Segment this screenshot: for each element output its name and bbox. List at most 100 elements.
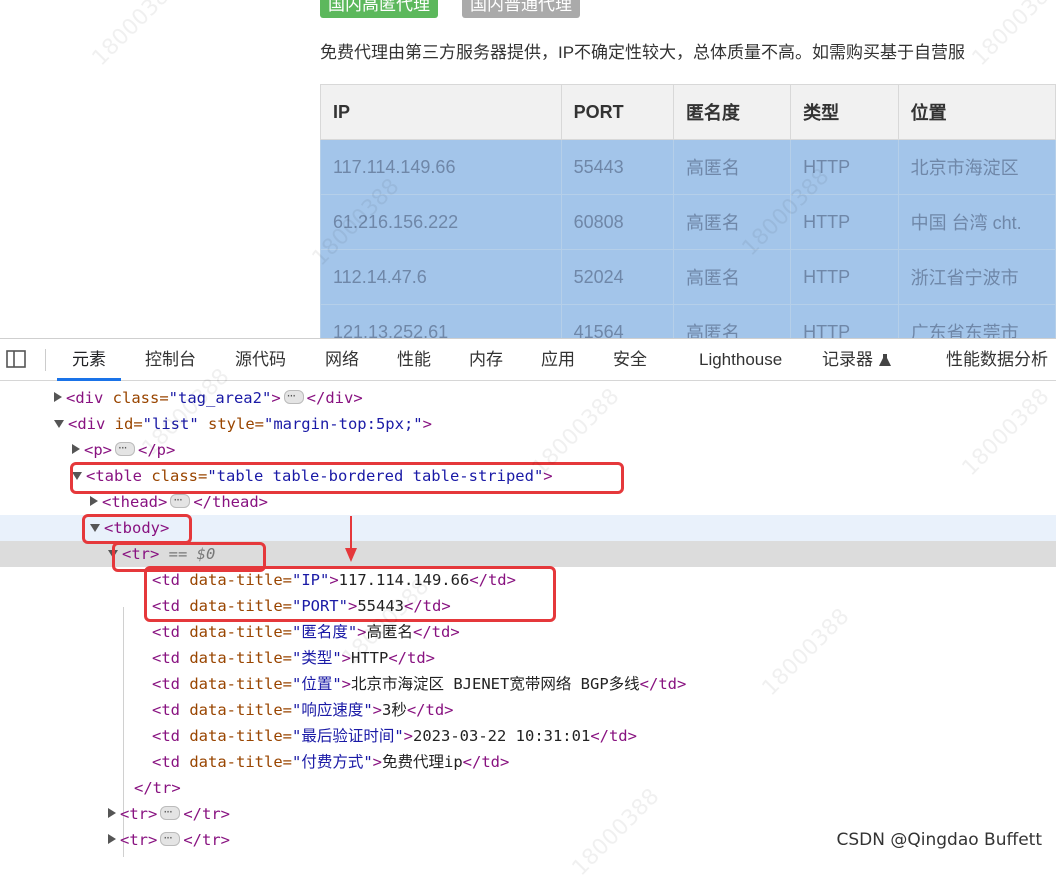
dom-node-line[interactable]: <tr> </tr> [0,799,1056,827]
expand-triangle-icon[interactable] [72,444,80,454]
attr-value: "list" [142,415,199,433]
tag-open: <div [68,415,106,433]
tag-open-end: > [403,727,413,745]
ellipsis-expand-icon[interactable] [283,383,304,409]
tag-open: <div [66,389,104,407]
cell-ip: 117.114.149.66 [320,139,562,195]
dom-node-line[interactable]: <td data-title="付费方式">免费代理ip</td> [0,749,1056,775]
attr-value: "PORT" [291,597,348,615]
dom-node-line[interactable]: <div id="list" style="margin-top:5px;"> [0,411,1056,437]
dom-node-line[interactable]: <td data-title="响应速度">3秒</td> [0,697,1056,723]
dom-node-line[interactable]: </tr> [0,775,1056,801]
free-proxy-notice: 免费代理由第三方服务器提供，IP不确定性较大，总体质量不高。如需购买基于自营服 [320,43,966,62]
ellipsis-expand-icon[interactable] [170,487,191,513]
attr-value: "匿名度" [291,623,358,641]
dom-node-line[interactable]: <table class="table table-bordered table… [0,463,1056,489]
tab-performance-insights[interactable]: 性能数据分析 [946,339,1048,380]
experiment-flask-icon [879,354,891,366]
collapse-triangle-icon[interactable] [108,550,118,558]
expand-triangle-icon[interactable] [54,392,62,402]
tag-close: </td> [388,649,435,667]
tag-open-end: > [347,597,358,615]
tab-recorder-label: 记录器 [822,350,873,369]
attr-name: data-title= [180,597,292,615]
ellipsis-expand-icon[interactable] [160,825,181,851]
cell-type: HTTP [790,304,899,338]
table-row: 121.13.252.61 41564 高匿名 HTTP 广东省东莞市 [320,304,1056,338]
dom-node-line[interactable]: <div class="tag_area2"> </div> [0,383,1056,411]
attr-value: "margin-top:5px;" [263,415,423,433]
dom-node-line[interactable]: <thead> </thead> [0,487,1056,515]
tag-close: </div> [306,389,363,407]
ellipsis-expand-icon[interactable] [115,435,136,461]
dom-node-line[interactable]: <tbody> [0,515,1056,541]
tag-open: <td [152,571,180,589]
expand-triangle-icon[interactable] [90,496,98,506]
dock-side-icon[interactable] [6,350,26,368]
tag-open: <td [152,649,180,667]
proxy-table-body: 117.114.149.66 55443 高匿名 HTTP 北京市海淀区 61.216.1… [320,139,1056,338]
collapse-triangle-icon[interactable] [90,524,100,532]
tab-recorder[interactable]: 记录器 [822,339,891,380]
tag-open: <table [86,467,142,485]
expand-triangle-icon[interactable] [108,834,116,844]
tab-security[interactable]: 安全 [613,339,647,380]
table-header-row: IP PORT 匿名度 类型 位置 [320,84,1056,140]
tag-open-end: > [160,519,170,537]
tag-open-end: > [102,441,113,459]
dom-node-line[interactable]: <td data-title="IP">117.114.149.66</td> [0,567,1056,593]
cell-anonymity: 高匿名 [672,249,792,305]
attr-name: data-title= [180,753,292,771]
tag-open: <td [152,597,180,615]
attr-name: data-title= [180,701,292,719]
tag-close: </td> [404,597,451,615]
tab-sources[interactable]: 源代码 [235,339,286,380]
tab-console[interactable]: 控制台 [145,339,196,380]
tag-high-anon-proxy[interactable]: 国内高匿代理 [320,0,438,18]
tag-open: <td [152,675,180,693]
attr-name: data-title= [180,727,292,745]
attr-name: style= [198,415,264,433]
header-anonymity: 匿名度 [672,84,792,140]
ellipsis-expand-icon[interactable] [160,799,181,825]
tag-open: <thead [102,493,158,511]
attr-name: data-title= [180,649,292,667]
tab-memory[interactable]: 内存 [469,339,503,380]
cell-location: 浙江省宁波市 [897,249,1056,305]
dom-node-line[interactable]: <p> </p> [0,435,1056,463]
tag-normal-proxy[interactable]: 国内普通代理 [462,0,580,18]
dom-node-line[interactable]: <td data-title="类型">HTTP</td> [0,645,1056,671]
dom-node-line[interactable]: <tr> == $0 [0,541,1056,567]
attr-value: "响应速度" [291,701,373,719]
tag-open-end: > [543,467,553,485]
tag-close: </tr> [183,831,231,849]
attr-name: data-title= [180,571,292,589]
tag-close: </td> [469,571,516,589]
cell-anonymity: 高匿名 [672,304,792,338]
tab-application[interactable]: 应用 [541,339,575,380]
dom-node-line[interactable]: <td data-title="PORT">55443</td> [0,593,1056,619]
tab-network[interactable]: 网络 [325,339,359,380]
proxy-table: IP PORT 匿名度 类型 位置 117.114.149.66 55443 高匿名… [320,84,1056,338]
dom-node-line[interactable]: <td data-title="匿名度">高匿名</td> [0,619,1056,645]
cell-location: 北京市海淀区 [897,139,1056,195]
dom-node-line[interactable]: <td data-title="最后验证时间">2023-03-22 10:31… [0,723,1056,749]
attr-name: class= [142,467,208,485]
tag-open: <p [84,441,103,459]
tab-performance[interactable]: 性能 [397,339,431,380]
collapse-triangle-icon[interactable] [72,472,82,480]
tab-elements[interactable]: 元素 [57,339,121,381]
tab-lighthouse[interactable]: Lighthouse [699,339,782,380]
tag-close: </tr> [134,779,181,797]
tag-open: <td [152,727,180,745]
webpage-viewport: 国内高匿代理 国内普通代理 免费代理由第三方服务器提供，IP不确定性较大，总体质… [0,0,1056,338]
expand-triangle-icon[interactable] [108,808,116,818]
table-row: 117.114.149.66 55443 高匿名 HTTP 北京市海淀区 [320,139,1056,195]
collapse-triangle-icon[interactable] [54,420,64,428]
cell-port: 60808 [560,194,674,250]
node-text: 117.114.149.66 [338,571,470,589]
tag-close: </td> [590,727,637,745]
dom-node-line[interactable]: <td data-title="位置">北京市海淀区 BJENET宽带网络 BG… [0,671,1056,697]
tag-open-end: > [158,493,168,511]
tag-open-end: > [422,415,432,433]
